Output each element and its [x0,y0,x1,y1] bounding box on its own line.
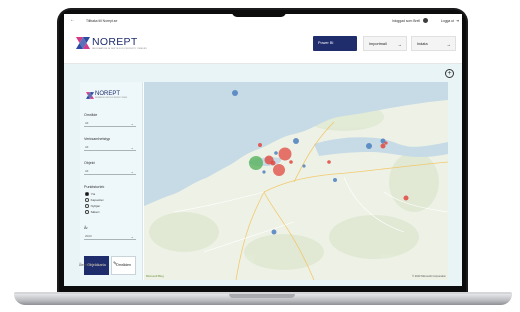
filter-objekt-label: Objekt [84,161,95,165]
logout-link[interactable]: Logga ut [441,19,454,23]
nav-powerbi-label: Power BI [318,41,334,45]
map-point[interactable] [270,160,276,166]
filter-verksamhetstyp-label: Verksamhetstyp [84,137,111,141]
filter-omrade-select[interactable]: All ⌄ [84,120,136,127]
radio-empty-icon [85,210,89,214]
nav-powerbi-button[interactable]: Power BI [313,36,357,51]
map-point[interactable] [293,138,299,144]
radio-nyttjan[interactable]: Nyttjan [85,204,100,209]
back-arrow-icon[interactable]: ← [70,18,75,23]
map-point[interactable] [273,164,285,176]
filter-verksamhetstyp-select[interactable]: All ⌄ [84,144,136,151]
map-canvas[interactable] [144,82,448,280]
punktstorlek-label: Punktstorlek [84,185,105,189]
map-point[interactable] [403,195,409,201]
user-icon [423,18,428,23]
screen: ← Tillbaka till Norept.se Inloggad som B… [64,14,462,286]
filter-year-label: År [84,226,88,230]
add-circle-icon[interactable]: + [445,69,454,78]
arrow-right-icon: → [446,42,452,47]
filter-objekt-value: All [85,169,89,173]
norept-logo-icon [76,37,90,49]
map-point[interactable] [232,90,238,96]
filter-omrade-value: All [85,121,89,125]
map-point[interactable] [262,170,266,174]
radio-empty-icon [85,198,89,202]
map-point[interactable] [258,143,262,147]
norept-logo-icon [86,92,94,99]
nav-indata-button[interactable]: Indata → [411,36,456,51]
radio-sakert-label: Säkert [90,210,100,215]
map-point[interactable] [327,160,331,164]
powerbi-report: NOREPT INFORMATION IN DEPTH FOR PROPERTY… [80,82,448,280]
map-point[interactable] [278,147,292,161]
app-header: NOREPT INFORMATION IN DEPTH FOR PROPERTY… [64,28,462,64]
filter-year-value: 2023 [85,234,92,238]
radio-selected-icon [85,192,89,196]
radio-yta-label: Yta [90,192,96,197]
filter-omrade-label: Område [84,113,98,117]
panel-logo-text: NOREPT [95,91,121,97]
filter-year-select[interactable]: 2023 ⌄ [84,233,136,240]
logout-icon[interactable]: ⇥ [456,18,459,23]
nav-indata-label: Indata [417,42,428,46]
map-point[interactable] [384,141,388,145]
back-link[interactable]: Tillbaka till Norept.se [86,19,117,23]
map-point[interactable] [271,229,277,235]
eraser-icon[interactable]: ✎ [113,261,117,267]
radio-sakert[interactable]: Säkert [85,210,100,215]
map-point[interactable] [302,164,306,168]
radio-empty-icon [85,204,89,208]
radio-kapacitet[interactable]: Kapacitet [85,198,104,203]
map-point[interactable] [380,143,386,149]
chevron-down-icon: ⌄ [130,145,134,150]
radio-nyttjan-label: Nyttjan [90,204,101,209]
laptop-base-groove [229,294,295,298]
map-point[interactable] [274,151,278,155]
filter-verksamhetstyp-value: All [85,145,89,149]
nav-importmall-label: Importmall [369,42,387,46]
chevron-down-icon: ⌄ [130,121,134,126]
filter-objekt-select[interactable]: All ⌄ [84,168,136,175]
nav-importmall-button[interactable]: Importmall → [363,36,407,51]
filter-panel: NOREPT INFORMATION IN DEPTH FOR PROPERTY… [80,82,143,280]
chevron-down-icon: ⌄ [130,234,134,239]
camera-notch [232,10,286,17]
logo-subtitle: INFORMATION IN DEPTH FOR PROPERTY OWNERS [92,48,147,50]
map-point[interactable] [366,143,372,149]
arrow-right-icon: → [397,42,403,47]
radio-yta[interactable]: Yta [85,192,95,197]
laptop-mockup: ← Tillbaka till Norept.se Inloggad som B… [0,0,520,312]
radio-kapacitet-label: Kapacitet [90,198,104,203]
map-copyright: © 2023 Microsoft Corporation [412,275,446,278]
login-status: Inloggad som Brell [391,19,420,23]
chevron-down-icon: ⌄ [130,169,134,174]
reset-filter-link[interactable]: Återställ filter/sjuer [79,263,105,267]
map-view[interactable]: Microsoft Bing © 2023 Microsoft Corporat… [144,82,448,280]
content-area: + NOREPT INFORMATION IN DEPTH FOR PROPER… [64,64,462,286]
panel-logo-subtitle: INFORMATION IN DEPTH FOR PROPERTY OWNERS [95,98,128,99]
map-point[interactable] [249,156,263,170]
map-point[interactable] [289,160,293,164]
map-point[interactable] [333,178,337,182]
map-provider-logo: Microsoft Bing [146,274,164,278]
logo-text: NOREPT [92,36,138,48]
